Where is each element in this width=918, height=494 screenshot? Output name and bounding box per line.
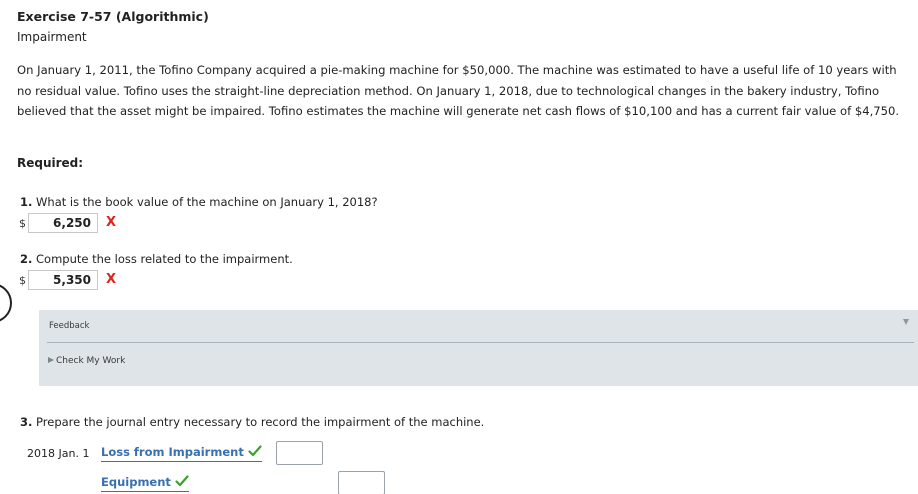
account-select[interactable]: Loss from Impairment <box>101 445 262 462</box>
feedback-divider <box>47 342 914 343</box>
question-number: 3. <box>20 415 33 429</box>
question-number: 1. <box>20 195 33 209</box>
answer-input-2[interactable]: 5,350 <box>28 270 98 290</box>
journal-row-2: Equipment <box>101 471 189 492</box>
question-2: 2. Compute the loss related to the impai… <box>20 252 293 266</box>
exercise-title: Exercise 7-57 (Algorithmic) <box>17 9 209 24</box>
check-my-work-toggle[interactable]: Check My Work <box>48 356 125 366</box>
exercise-page: Exercise 7-57 (Algorithmic) Impairment O… <box>0 0 918 494</box>
x-mark-icon: X <box>106 272 117 287</box>
question-text: Compute the loss related to the impairme… <box>36 252 293 266</box>
journal-row-1: Loss from Impairment <box>101 441 262 462</box>
currency-symbol: $ <box>19 217 26 230</box>
journal-date: 2018 Jan. 1 <box>27 447 90 460</box>
currency-symbol: $ <box>19 274 26 287</box>
required-label: Required: <box>17 156 84 170</box>
question-text: What is the book value of the machine on… <box>36 195 378 209</box>
account-select[interactable]: Equipment <box>101 475 189 492</box>
circle-marker-icon <box>0 283 12 323</box>
problem-text: On January 1, 2011, the Tofino Company a… <box>17 63 900 119</box>
feedback-panel: Feedback Check My Work <box>39 310 918 386</box>
account-name: Loss from Impairment <box>101 445 244 459</box>
account-name: Equipment <box>101 475 171 489</box>
answer-input-1[interactable]: 6,250 <box>28 213 98 233</box>
debit-amount-input[interactable] <box>276 441 323 465</box>
checkmark-icon <box>175 475 189 487</box>
question-number: 2. <box>20 252 33 266</box>
triangle-right-icon <box>48 357 54 363</box>
exercise-subtitle: Impairment <box>17 30 87 44</box>
credit-amount-input[interactable] <box>338 471 385 494</box>
question-3: 3. Prepare the journal entry necessary t… <box>20 415 484 429</box>
triangle-down-icon[interactable] <box>903 319 909 325</box>
check-my-work-label: Check My Work <box>56 356 126 366</box>
checkmark-icon <box>248 445 262 457</box>
x-mark-icon: X <box>106 215 117 230</box>
question-1: 1. What is the book value of the machine… <box>20 195 378 209</box>
question-text: Prepare the journal entry necessary to r… <box>36 415 485 429</box>
feedback-label: Feedback <box>49 321 90 331</box>
